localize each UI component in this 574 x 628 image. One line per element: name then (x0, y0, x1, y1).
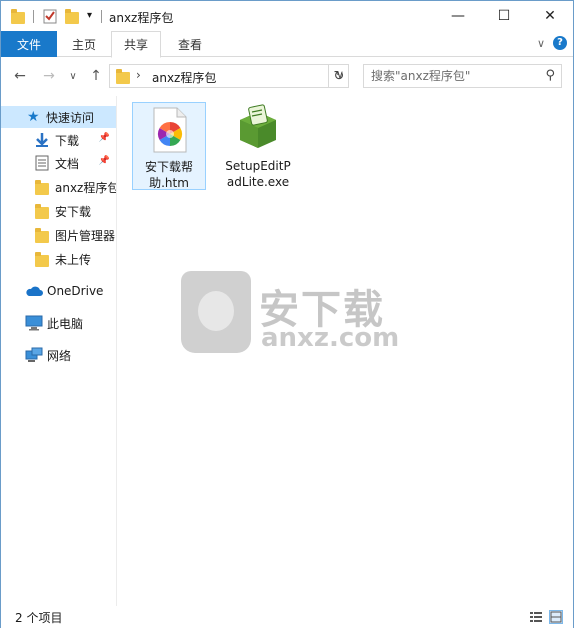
sidebar-item-label: 此电脑 (47, 316, 84, 331)
back-arrow-icon[interactable]: ← (10, 66, 30, 86)
close-button[interactable]: ✕ (527, 1, 573, 31)
sidebar-item-documents[interactable]: 文档 📌 (1, 152, 116, 174)
htm-file-icon (152, 107, 188, 156)
sidebar-item-label: 文档 (55, 156, 80, 171)
minimize-button[interactable]: — (435, 1, 481, 31)
address-bar[interactable]: › anxz程序包 ∨ (109, 64, 349, 88)
pin-icon[interactable]: 📌 (99, 156, 110, 166)
watermark-url: anxz.com (261, 323, 400, 353)
shield-icon (181, 271, 251, 353)
search-input[interactable] (364, 65, 534, 87)
item-count: 2 个项目 (15, 611, 63, 625)
toolbar-separator (101, 10, 102, 23)
computer-icon (25, 315, 43, 331)
sidebar-item-anxz[interactable]: anxz程序包 (1, 176, 116, 198)
ribbon-tabs: 文件 主页 共享 查看 ∨ ? (1, 31, 573, 58)
star-icon: ★ (27, 109, 40, 125)
sidebar-item-label: 下载 (55, 133, 80, 148)
sidebar-item-quick-access[interactable]: ★ 快速访问 (1, 106, 116, 128)
sidebar-item-label: 安下载 (55, 204, 92, 219)
sidebar-item-downloads[interactable]: 下载 📌 (1, 129, 116, 151)
explorer-window: ▾ anxz程序包 — ☐ ✕ 文件 主页 共享 查看 ∨ ? ← → ∨ ↑ … (0, 0, 574, 628)
file-item-help-htm[interactable]: 安下载帮 助.htm (132, 102, 206, 190)
folder-icon (35, 180, 51, 197)
search-icon[interactable]: ⚲ (545, 68, 555, 83)
title-bar: ▾ anxz程序包 — ☐ ✕ (1, 1, 573, 31)
address-row: ← → ∨ ↑ › anxz程序包 ∨ ↻ ⚲ (1, 58, 573, 94)
sidebar-item-network[interactable]: 网络 (1, 344, 116, 366)
window-title: anxz程序包 (109, 11, 174, 25)
file-item-setup-exe[interactable]: SetupEditP adLite.exe (216, 102, 300, 190)
toolbar-separator (33, 10, 34, 23)
tab-file[interactable]: 文件 (1, 31, 57, 57)
tab-home[interactable]: 主页 (61, 31, 107, 57)
installer-box-icon (236, 104, 280, 153)
watermark-logo: 安下载 anxz.com (181, 271, 399, 361)
forward-arrow-icon[interactable]: → (39, 66, 59, 86)
help-icon[interactable]: ? (553, 36, 567, 50)
up-arrow-icon[interactable]: ↑ (86, 66, 106, 86)
large-icons-view-icon[interactable] (549, 610, 563, 624)
cloud-icon (25, 284, 43, 300)
tab-view[interactable]: 查看 (165, 31, 215, 57)
customize-toolbar-chevron-icon[interactable]: ▾ (87, 10, 92, 28)
sidebar-item-label: 图片管理器 (55, 228, 116, 243)
file-name: 安下载帮 助.htm (144, 160, 193, 190)
navigation-pane: ★ 快速访问 下载 📌 文档 📌 anxz程序包 安下载 图片管理器 未上传 O… (1, 96, 117, 606)
maximize-button[interactable]: ☐ (481, 1, 527, 31)
folder-icon (35, 228, 51, 245)
breadcrumb-separator-icon[interactable]: › (136, 68, 141, 82)
folder-icon (116, 69, 130, 84)
breadcrumb-current[interactable]: anxz程序包 (152, 69, 216, 86)
folder-icon (35, 204, 51, 221)
sidebar-item-onedrive[interactable]: OneDrive (1, 280, 116, 302)
network-icon (25, 347, 43, 363)
recent-locations-chevron-icon[interactable]: ∨ (63, 66, 83, 86)
details-view-icon[interactable] (529, 610, 543, 624)
folder-icon (35, 252, 51, 269)
sidebar-item-label: anxz程序包 (55, 180, 116, 195)
properties-icon[interactable] (42, 8, 58, 26)
sidebar-item-not-uploaded[interactable]: 未上传 (1, 248, 116, 270)
document-icon (35, 155, 51, 171)
sidebar-item-label: 快速访问 (46, 110, 95, 125)
pin-icon[interactable]: 📌 (99, 133, 110, 143)
tab-share[interactable]: 共享 (111, 31, 161, 58)
search-box[interactable]: ⚲ (363, 64, 562, 88)
sidebar-item-anxiazai[interactable]: 安下载 (1, 200, 116, 222)
sidebar-item-label: 未上传 (55, 252, 92, 267)
download-arrow-icon (34, 132, 50, 148)
refresh-icon[interactable]: ↻ (328, 64, 349, 88)
sidebar-item-label: 网络 (47, 348, 72, 363)
sidebar-item-label: OneDrive (47, 284, 104, 298)
expand-ribbon-chevron-icon[interactable]: ∨ (537, 37, 545, 50)
sidebar-item-image-manager[interactable]: 图片管理器 (1, 224, 116, 246)
sidebar-item-this-pc[interactable]: 此电脑 (1, 312, 116, 334)
file-name: SetupEditP adLite.exe (225, 159, 291, 189)
status-bar: 2 个项目 (1, 606, 573, 628)
